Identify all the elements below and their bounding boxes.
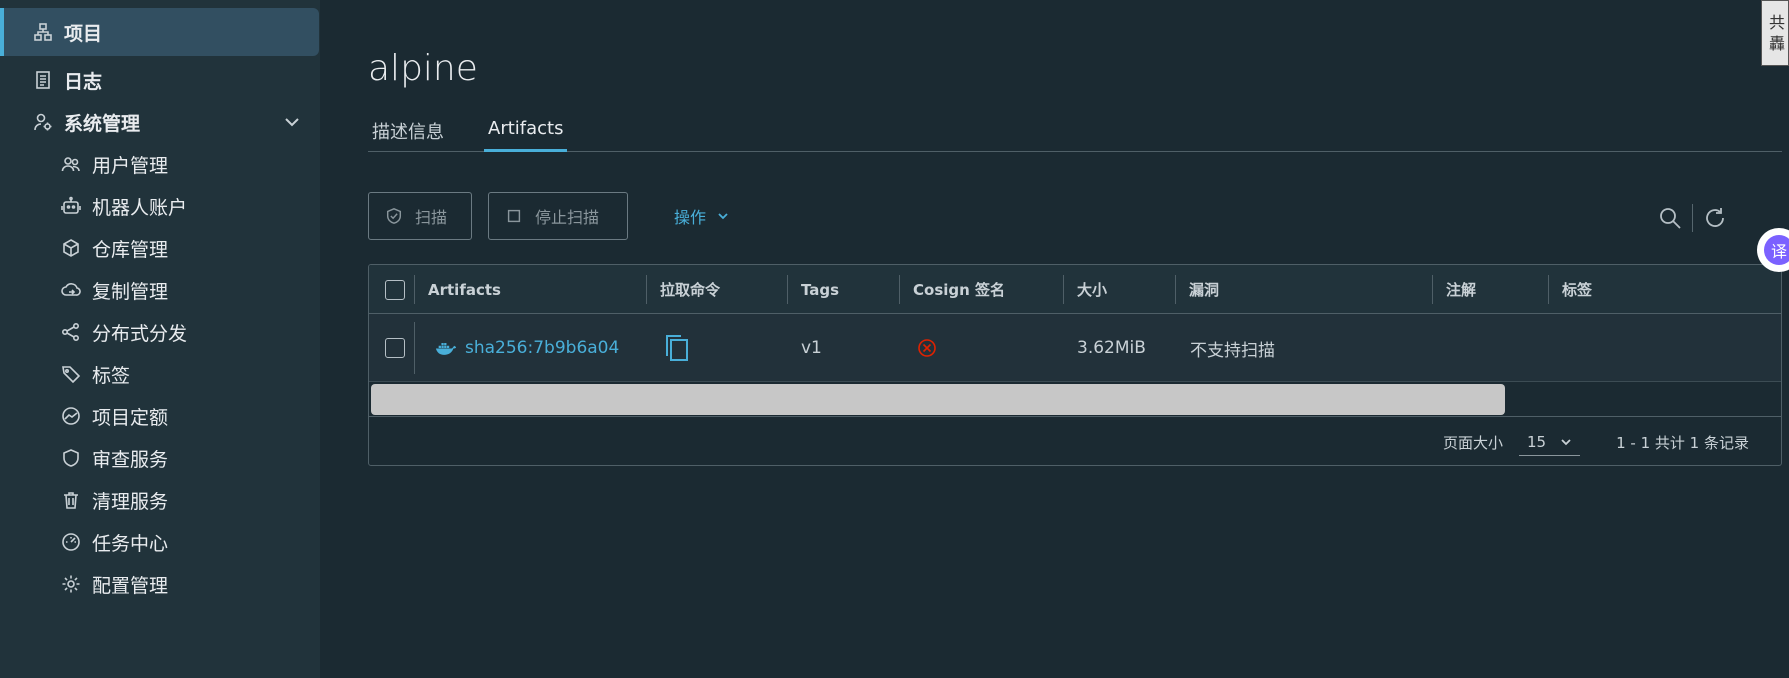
chevron-down-icon — [1561, 438, 1571, 445]
scan-button[interactable]: 扫描 — [368, 192, 472, 240]
header-cell[interactable]: 大小 — [1063, 265, 1107, 314]
sidebar-item-projects[interactable]: 项目 — [0, 8, 319, 56]
trash-icon — [60, 489, 82, 511]
divider — [1692, 204, 1693, 232]
distribution-icon — [60, 321, 82, 343]
error-icon — [918, 339, 936, 357]
row-checkbox[interactable] — [385, 338, 405, 358]
sidebar-item-logs[interactable]: 日志 — [0, 56, 102, 104]
quota-icon — [60, 405, 82, 427]
sidebar-item-label: 配置管理 — [92, 574, 169, 597]
search-icon[interactable] — [1658, 206, 1682, 230]
select-all-checkbox[interactable] — [385, 279, 405, 300]
users-icon — [60, 153, 82, 175]
docker-icon — [435, 342, 457, 355]
system-admin-icon — [32, 111, 54, 133]
sidebar-item-labels[interactable]: 标签 — [0, 350, 130, 398]
chevron-down-icon — [718, 213, 728, 220]
page-size-label: 页面大小 — [1443, 433, 1504, 452]
row-cell: 3.62MiB — [1077, 338, 1146, 358]
header-cell[interactable]: 拉取命令 — [646, 265, 720, 314]
row-cell: v1 — [801, 338, 822, 358]
row-cell — [385, 314, 405, 382]
scrollbar-thumb[interactable] — [371, 384, 1505, 415]
sidebar-item-label: 日志 — [64, 70, 103, 93]
refresh-icon[interactable] — [1703, 206, 1727, 230]
horizontal-scrollbar[interactable] — [369, 382, 1781, 417]
chevron-down-icon[interactable] — [282, 112, 302, 132]
table-header: Artifacts 拉取命令 Tags Cosign 签名 大小 漏洞 注解 标… — [369, 265, 1781, 314]
project-icon — [32, 21, 54, 43]
sidebar-item-label: 标签 — [92, 364, 131, 387]
tab-summary[interactable]: 描述信息 — [368, 112, 448, 152]
sidebar-item-replication[interactable]: 复制管理 — [0, 266, 168, 314]
sidebar-item-quotas[interactable]: 项目定额 — [0, 392, 168, 440]
registry-icon — [60, 237, 82, 259]
page-title: alpine — [368, 48, 478, 89]
sidebar-item-label: 任务中心 — [92, 532, 169, 555]
header-cell[interactable]: 漏洞 — [1175, 265, 1219, 314]
actions-dropdown[interactable]: 操作 — [674, 204, 730, 228]
table-tools — [1658, 204, 1727, 232]
tag-icon — [60, 363, 82, 385]
tab-artifacts[interactable]: Artifacts — [484, 112, 568, 152]
stop-icon — [507, 209, 521, 223]
sidebar-item-interrogation[interactable]: 审查服务 — [0, 434, 168, 482]
stop-scan-button-label: 停止扫描 — [535, 208, 600, 227]
log-icon — [32, 69, 54, 91]
sidebar-item-label: 分布式分发 — [92, 322, 188, 345]
row-cell: sha256:7b9b6a04 — [435, 314, 619, 382]
page-size-select[interactable]: 15 — [1519, 429, 1581, 456]
header-cell[interactable]: 标签 — [1548, 265, 1592, 314]
row-divider — [414, 322, 415, 374]
sidebar-item-robot-accounts[interactable]: 机器人账户 — [0, 182, 187, 230]
sidebar-item-label: 复制管理 — [92, 280, 169, 303]
pagination-summary: 1 - 1 共计 1 条记录 — [1616, 433, 1749, 452]
robot-icon — [60, 195, 82, 217]
sidebar: 项目 日志 系统管理 用户管理 机器人账户 仓库管理 复制管理 分布式分发 标签… — [0, 0, 320, 678]
row-cell — [917, 314, 937, 382]
sidebar-item-configuration[interactable]: 配置管理 — [0, 560, 168, 608]
sidebar-item-users[interactable]: 用户管理 — [0, 140, 168, 188]
sidebar-item-distribution[interactable]: 分布式分发 — [0, 308, 187, 356]
sidebar-item-label: 机器人账户 — [92, 196, 188, 219]
sidebar-item-label: 清理服务 — [92, 490, 169, 513]
sidebar-item-label: 审查服务 — [92, 448, 169, 471]
gauge-icon — [60, 531, 82, 553]
artifact-digest-link[interactable]: sha256:7b9b6a04 — [465, 338, 619, 358]
stop-scan-button[interactable]: 停止扫描 — [488, 192, 628, 240]
sidebar-item-label: 项目定额 — [92, 406, 169, 429]
page-size-value: 15 — [1527, 432, 1547, 451]
scan-button-label: 扫描 — [415, 208, 448, 227]
gear-icon — [60, 573, 82, 595]
actions-dropdown-label: 操作 — [674, 208, 707, 227]
header-cell[interactable]: 注解 — [1432, 265, 1476, 314]
main-content: alpine 描述信息 Artifacts 扫描 停止扫描 操作 Artifac… — [320, 0, 1789, 678]
header-cell[interactable]: Cosign 签名 — [899, 265, 1005, 314]
row-cell: 不支持扫描 — [1190, 340, 1275, 361]
table-footer: 页面大小 15 1 - 1 共计 1 条记录 — [369, 417, 1781, 465]
sidebar-item-clean-up[interactable]: 清理服务 — [0, 476, 168, 524]
header-cell[interactable]: Tags — [787, 265, 839, 314]
table-row: sha256:7b9b6a04 v1 3.62MiB 不支持扫描 — [369, 314, 1781, 382]
sidebar-item-label: 用户管理 — [92, 154, 169, 177]
sidebar-item-label: 项目 — [64, 22, 103, 45]
sidebar-item-job-service[interactable]: 任务中心 — [0, 518, 168, 566]
translate-icon: 译 — [1764, 235, 1789, 265]
replication-icon — [60, 279, 82, 301]
sidebar-item-label: 仓库管理 — [92, 238, 169, 261]
row-cell — [665, 314, 689, 382]
sidebar-item-label: 系统管理 — [64, 112, 141, 135]
tab-bar: 描述信息 Artifacts — [368, 112, 1782, 152]
copy-icon[interactable] — [665, 334, 689, 362]
artifacts-table: Artifacts 拉取命令 Tags Cosign 签名 大小 漏洞 注解 标… — [368, 264, 1782, 466]
sidebar-item-system-admin[interactable]: 系统管理 — [0, 98, 320, 146]
shield-check-icon — [386, 208, 402, 224]
shield-icon — [60, 447, 82, 469]
sidebar-item-registries[interactable]: 仓库管理 — [0, 224, 168, 272]
header-cell[interactable]: Artifacts — [414, 265, 501, 314]
side-tab[interactable]: 共 轟 — [1761, 0, 1789, 66]
